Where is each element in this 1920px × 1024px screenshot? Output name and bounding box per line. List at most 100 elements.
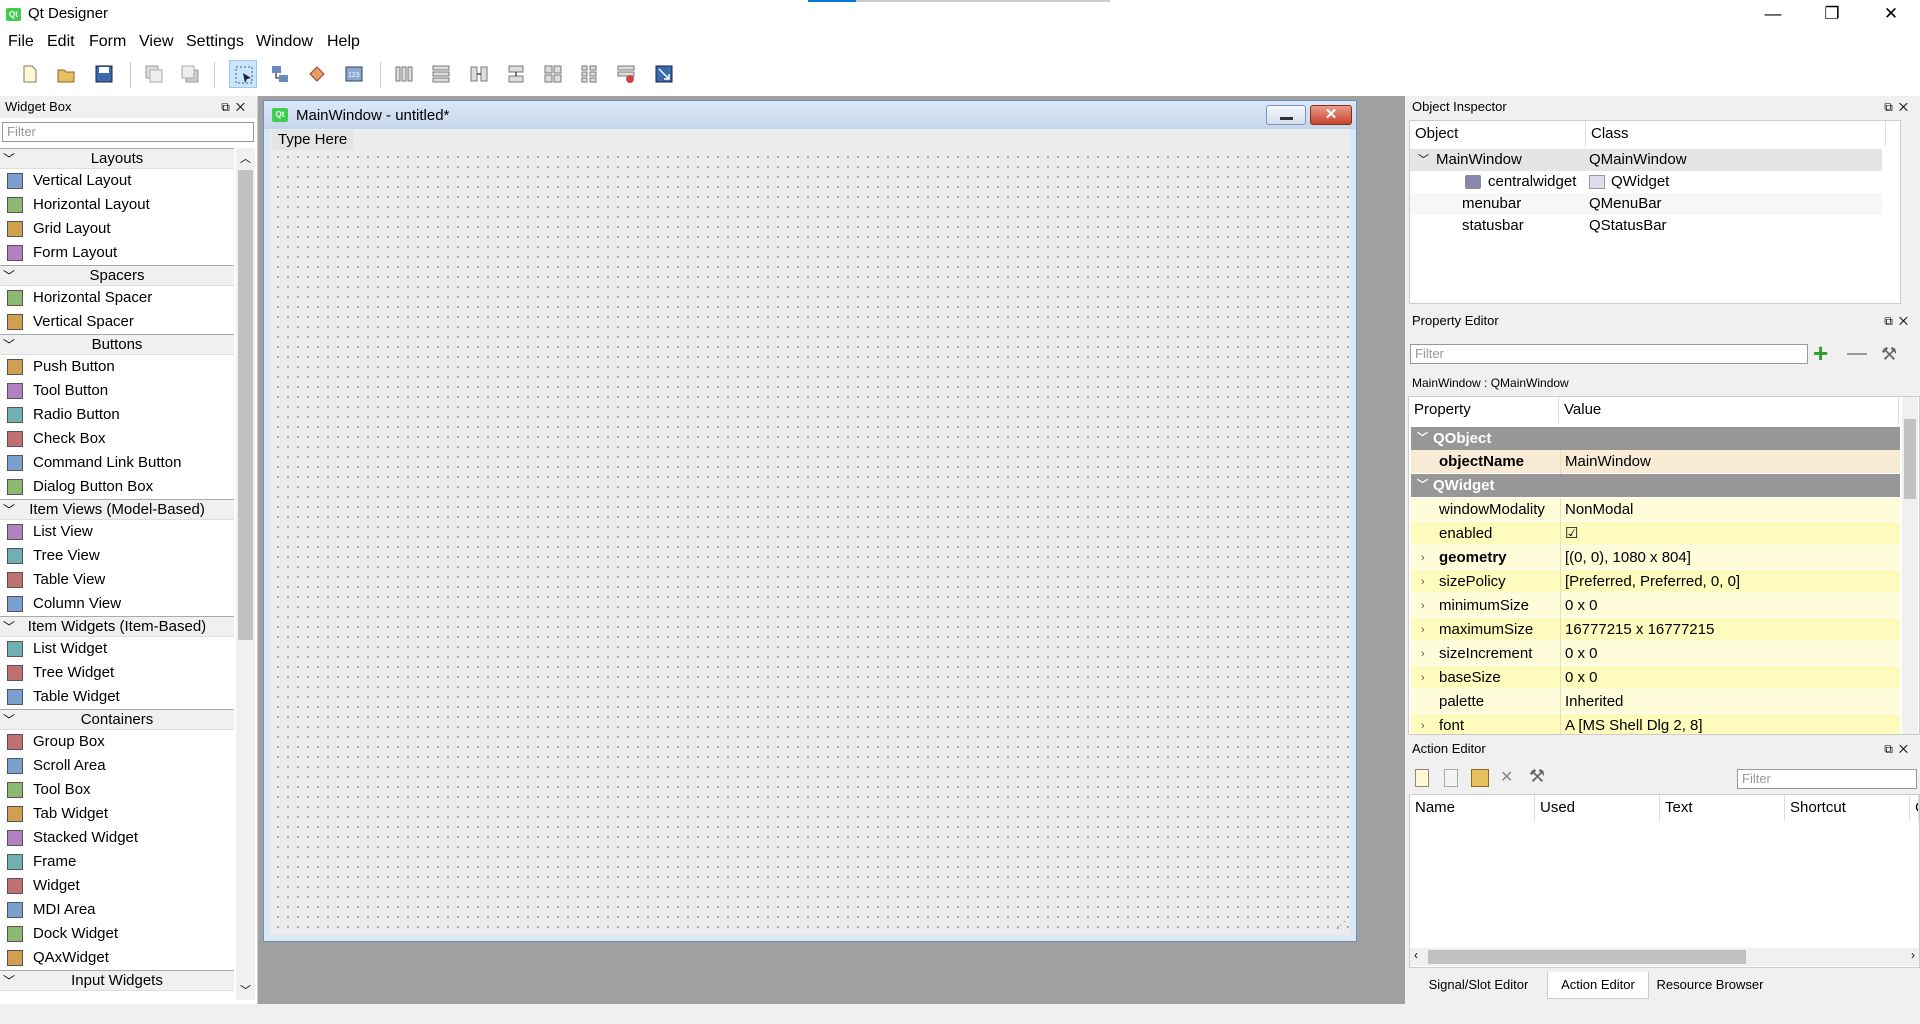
copy-action-icon[interactable] — [1444, 769, 1458, 787]
close-icon[interactable]: ✕ — [1899, 100, 1914, 114]
widget-item[interactable]: Table View — [0, 568, 234, 592]
prop-row-minimumsize[interactable]: › minimumSize 0 x 0 — [1411, 594, 1900, 618]
widget-item[interactable]: Form Layout — [0, 241, 234, 265]
widget-item[interactable]: Horizontal Layout — [0, 193, 234, 217]
layout-grid-icon[interactable] — [539, 60, 567, 88]
form-close-button[interactable]: ✕ — [1310, 105, 1352, 125]
widget-item[interactable]: Dock Widget — [0, 922, 234, 946]
prop-row-enabled[interactable]: enabled ☑ — [1411, 522, 1900, 546]
open-form-icon[interactable] — [52, 60, 80, 88]
close-icon[interactable]: ✕ — [1899, 314, 1914, 328]
column-used[interactable]: Used — [1535, 795, 1660, 821]
category-header[interactable]: ﹀ Buttons — [0, 334, 234, 355]
scroll-thumb[interactable] — [1428, 950, 1746, 964]
close-button[interactable]: ✕ — [1862, 0, 1920, 30]
send-to-back-icon[interactable] — [140, 60, 168, 88]
widget-item[interactable]: Tool Button — [0, 379, 234, 403]
widget-item[interactable]: List View — [0, 520, 234, 544]
edit-tab-order-icon[interactable]: 123 — [340, 60, 368, 88]
menu-form[interactable]: Form — [89, 33, 126, 51]
layout-form-icon[interactable] — [575, 60, 603, 88]
widget-item[interactable]: Grid Layout — [0, 217, 234, 241]
scroll-thumb[interactable] — [238, 170, 253, 640]
close-icon[interactable]: ✕ — [236, 100, 251, 114]
prop-row-objectname[interactable]: objectName MainWindow — [1411, 450, 1900, 474]
prop-row-maximumsize[interactable]: › maximumSize 16777215 x 16777215 — [1411, 618, 1900, 642]
category-header[interactable]: ﹀ Input Widgets — [0, 970, 234, 991]
column-c[interactable]: C — [1910, 795, 1919, 821]
layout-horizontal-icon[interactable] — [390, 60, 418, 88]
minimize-button[interactable]: — — [1744, 0, 1802, 30]
resize-grip-icon[interactable]: ⋰ — [1336, 920, 1346, 931]
tab-resource-browser[interactable]: Resource Browser — [1651, 972, 1769, 998]
type-here-menu-item[interactable]: Type Here — [272, 130, 354, 150]
edit-widgets-icon[interactable] — [229, 60, 257, 88]
new-form-icon[interactable] — [16, 60, 44, 88]
tab-action-editor[interactable]: Action Editor — [1547, 972, 1649, 999]
widget-item[interactable]: Group Box — [0, 730, 234, 754]
widget-item[interactable]: Command Link Button — [0, 451, 234, 475]
prop-value[interactable]: NonModal — [1565, 498, 1633, 522]
chevron-down-icon[interactable]: ﹀ — [3, 500, 15, 520]
close-icon[interactable]: ✕ — [1899, 742, 1914, 756]
widget-item[interactable]: Tree Widget — [0, 661, 234, 685]
prop-value[interactable]: [(0, 0), 1080 x 804] — [1565, 546, 1691, 570]
float-icon[interactable]: ⧉ — [1884, 314, 1899, 328]
tree-row-statusbar[interactable]: statusbar QStatusBar — [1410, 215, 1882, 237]
float-icon[interactable]: ⧉ — [221, 100, 236, 114]
column-text[interactable]: Text — [1660, 795, 1785, 821]
prop-value[interactable]: Inherited — [1565, 690, 1623, 714]
chevron-down-icon[interactable]: ﹀ — [3, 617, 15, 637]
form-title-bar[interactable]: Qt MainWindow - untitled* ✕ — [264, 101, 1356, 129]
widget-item[interactable]: Table Widget — [0, 685, 234, 709]
enabled-checkbox[interactable]: ☑ — [1565, 522, 1578, 546]
menu-view[interactable]: View — [139, 33, 173, 51]
widget-item[interactable]: Tool Box — [0, 778, 234, 802]
group-qobject[interactable]: ﹀ QObject — [1411, 427, 1900, 450]
widget-item[interactable]: Column View — [0, 592, 234, 616]
new-action-icon[interactable] — [1415, 769, 1429, 787]
paste-action-icon[interactable] — [1471, 769, 1489, 787]
category-header[interactable]: ﹀ Spacers — [0, 265, 234, 286]
menu-window[interactable]: Window — [256, 33, 313, 51]
layout-horizontal-splitter-icon[interactable] — [465, 60, 493, 88]
widget-item[interactable]: Vertical Layout — [0, 169, 234, 193]
form-minimize-button[interactable] — [1266, 105, 1306, 125]
float-icon[interactable]: ⧉ — [1884, 742, 1899, 756]
widget-item[interactable]: Vertical Spacer — [0, 310, 234, 334]
prop-value[interactable]: 0 x 0 — [1565, 642, 1598, 666]
category-header[interactable]: ﹀ Containers — [0, 709, 234, 730]
prop-row-font[interactable]: › font A [MS Shell Dlg 2, 8] — [1411, 714, 1900, 734]
column-class[interactable]: Class — [1586, 121, 1886, 147]
menu-edit[interactable]: Edit — [47, 33, 75, 51]
menu-help[interactable]: Help — [327, 33, 360, 51]
widget-item[interactable]: MDI Area — [0, 898, 234, 922]
column-name[interactable]: Name — [1410, 795, 1535, 821]
widget-item[interactable]: Stacked Widget — [0, 826, 234, 850]
chevron-down-icon[interactable]: ﹀ — [3, 710, 15, 730]
widget-item[interactable]: Horizontal Spacer — [0, 286, 234, 310]
widget-item[interactable]: Frame — [0, 850, 234, 874]
column-shortcut[interactable]: Shortcut — [1785, 795, 1910, 821]
chevron-down-icon[interactable]: ﹀ — [3, 149, 15, 169]
widget-item[interactable]: Check Box — [0, 427, 234, 451]
widget-item[interactable]: Widget — [0, 874, 234, 898]
prop-value[interactable]: 16777215 x 16777215 — [1565, 618, 1714, 642]
edit-signals-slots-icon[interactable] — [266, 60, 294, 88]
scroll-up-icon[interactable]: ︿ — [240, 150, 251, 166]
tree-row-menubar[interactable]: menubar QMenuBar — [1410, 193, 1882, 215]
widget-item[interactable]: Radio Button — [0, 403, 234, 427]
column-value[interactable]: Value — [1559, 397, 1899, 423]
prop-value[interactable]: [Preferred, Preferred, 0, 0] — [1565, 570, 1740, 594]
float-icon[interactable]: ⧉ — [1884, 100, 1899, 114]
column-property[interactable]: Property — [1409, 397, 1559, 423]
menu-settings[interactable]: Settings — [186, 33, 244, 51]
widget-item[interactable]: Tree View — [0, 544, 234, 568]
widget-box-scrollbar[interactable]: ︿ ﹀ — [236, 148, 255, 1000]
chevron-down-icon[interactable]: ﹀ — [3, 266, 15, 286]
group-qwidget[interactable]: ﹀ QWidget — [1411, 474, 1900, 497]
category-header[interactable]: ﹀ Item Views (Model-Based) — [0, 499, 234, 520]
prop-row-palette[interactable]: palette Inherited — [1411, 690, 1900, 714]
widget-item[interactable]: Tab Widget — [0, 802, 234, 826]
prop-row-geometry[interactable]: › geometry [(0, 0), 1080 x 804] — [1411, 546, 1900, 570]
